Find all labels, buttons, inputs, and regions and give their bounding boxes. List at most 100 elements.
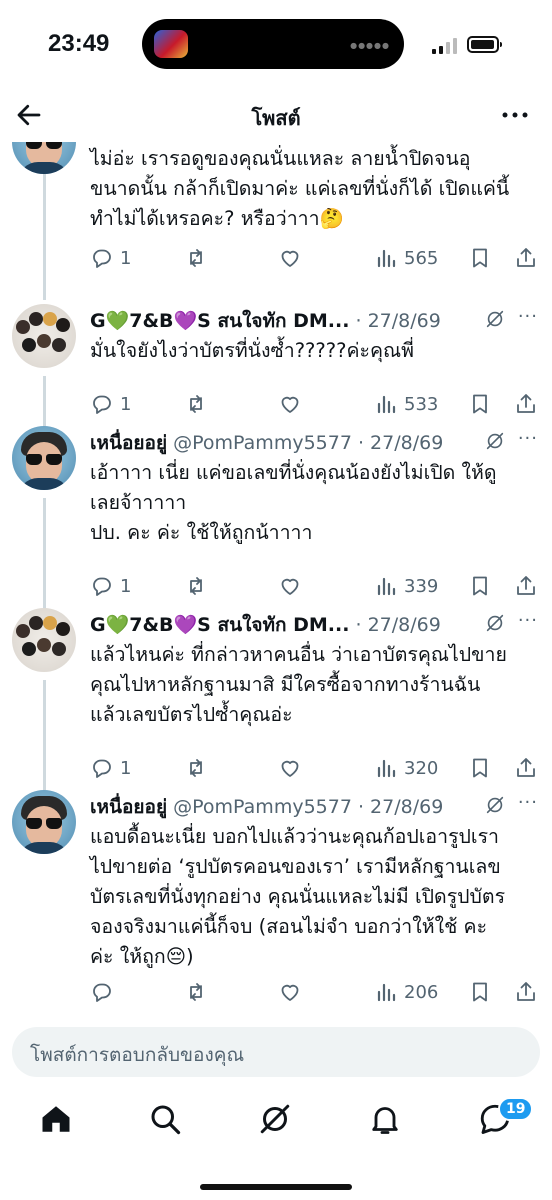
bookmark-icon	[473, 248, 487, 268]
top-header: โพสต์	[0, 90, 552, 142]
views-icon	[377, 249, 396, 268]
repost-button[interactable]	[184, 754, 214, 782]
bookmark-icon	[473, 758, 487, 778]
avatar[interactable]	[12, 790, 76, 854]
tweet-more-icon[interactable]: ···	[518, 792, 538, 813]
repost-button[interactable]	[184, 244, 214, 272]
messages-badge: 19	[498, 1097, 534, 1121]
page-title: โพสต์	[251, 106, 301, 130]
reply-icon	[93, 395, 111, 414]
reply-icon	[93, 983, 111, 1002]
bookmark-button[interactable]	[468, 244, 492, 272]
battery-icon	[467, 36, 502, 53]
views-icon	[377, 577, 396, 596]
reply-input[interactable]: โพสต์การตอบกลับของคุณ	[12, 1027, 540, 1077]
home-indicator	[200, 1184, 352, 1190]
repost-icon	[190, 577, 202, 595]
avatar[interactable]	[12, 304, 76, 368]
reply-button[interactable]: 1	[90, 390, 131, 418]
display-name[interactable]: G💚7&B💜S สนใจทัก DM...	[90, 310, 349, 332]
share-icon	[517, 394, 535, 413]
ellipsis-icon[interactable]	[500, 100, 530, 130]
display-name[interactable]: เหนื่อยอยู่	[90, 796, 167, 818]
reply-thread: ไม่อ่ะ เรารอดูของคุณนั่นแหละ ลายน้ำปิดจน…	[0, 140, 552, 1010]
like-button[interactable]	[278, 978, 308, 1006]
share-button[interactable]	[514, 390, 538, 418]
share-button[interactable]	[514, 978, 538, 1006]
repost-icon	[190, 249, 202, 267]
tweet-text: ไม่อ่ะ เรารอดูของคุณนั่นแหละ ลายน้ำปิดจน…	[90, 147, 510, 230]
like-button[interactable]	[278, 572, 308, 600]
grok-icon[interactable]	[257, 1101, 293, 1137]
grok-icon[interactable]	[484, 430, 506, 452]
display-name[interactable]: เหนื่อยอยู่	[90, 432, 167, 454]
bottom-nav	[0, 1095, 552, 1155]
repost-button[interactable]	[184, 572, 214, 600]
tweet-actions: 1 320	[90, 754, 542, 782]
tweet-more-icon[interactable]: ···	[518, 306, 538, 327]
bookmark-button[interactable]	[468, 572, 492, 600]
bookmark-button[interactable]	[468, 390, 492, 418]
heart-icon	[281, 760, 299, 777]
bell-icon[interactable]	[367, 1101, 403, 1137]
reply-placeholder: โพสต์การตอบกลับของคุณ	[30, 1044, 245, 1066]
share-icon	[517, 982, 535, 1001]
tweet-actions: 1 339	[90, 572, 542, 600]
tweet[interactable]: เหนื่อยอยู่ @PomPammy5577 · 27/8/69 ··· …	[0, 422, 552, 597]
repost-button[interactable]	[184, 978, 214, 1006]
bookmark-button[interactable]	[468, 754, 492, 782]
home-icon[interactable]	[38, 1101, 74, 1137]
bookmark-button[interactable]	[468, 978, 492, 1006]
avatar[interactable]	[12, 140, 76, 174]
avatar[interactable]	[12, 426, 76, 490]
share-button[interactable]	[514, 572, 538, 600]
views-icon	[377, 395, 396, 414]
reply-button[interactable]	[90, 978, 120, 1006]
reply-button[interactable]: 1	[90, 244, 131, 272]
tweet-more-icon[interactable]: ···	[518, 428, 538, 449]
grok-icon[interactable]	[484, 794, 506, 816]
tweet-text: แล้วไหนค่ะ ที่กล่าวหาคนอื่น ว่าเอาบัตรคุ…	[90, 643, 507, 726]
tweet-text: มั่นใจยังไงว่าบัตรที่นั่งซ้ำ?????ค่ะคุณพ…	[90, 339, 414, 362]
share-button[interactable]	[514, 244, 538, 272]
tweet-header: เหนื่อยอยู่ @PomPammy5577 · 27/8/69	[90, 792, 538, 820]
tweet-header: เหนื่อยอยู่ @PomPammy5577 · 27/8/69	[90, 428, 538, 456]
tweet-text: แอบดื้อนะเนี่ย บอกไปแล้วว่านะคุณก้อปเอาร…	[90, 825, 506, 968]
share-icon	[517, 758, 535, 777]
views-button[interactable]: 339	[374, 572, 438, 600]
avatar[interactable]	[12, 608, 76, 672]
tweet-header: G💚7&B💜S สนใจทัก DM... · 27/8/69	[90, 306, 538, 334]
reply-button[interactable]: 1	[90, 754, 131, 782]
display-name[interactable]: G💚7&B💜S สนใจทัก DM...	[90, 614, 349, 636]
grok-icon[interactable]	[484, 308, 506, 330]
bookmark-icon	[473, 982, 487, 1002]
activity-dots: ●●●●●	[350, 41, 390, 50]
like-button[interactable]	[278, 390, 308, 418]
views-button[interactable]: 565	[374, 244, 438, 272]
status-time: 23:49	[48, 30, 110, 57]
handle-date: · 27/8/69	[349, 614, 441, 636]
handle-date: @PomPammy5577 · 27/8/69	[167, 796, 444, 818]
repost-icon	[190, 983, 202, 1001]
repost-icon	[190, 395, 202, 413]
tweet[interactable]: เหนื่อยอยู่ @PomPammy5577 · 27/8/69 ··· …	[0, 786, 552, 1006]
signal-icon	[432, 38, 458, 54]
repost-button[interactable]	[184, 390, 214, 418]
views-button[interactable]: 320	[374, 754, 438, 782]
status-bar: 23:49 ●●●●●	[0, 0, 552, 90]
views-button[interactable]: 206	[374, 978, 438, 1006]
search-icon[interactable]	[147, 1101, 183, 1137]
tweet-more-icon[interactable]: ···	[518, 610, 538, 631]
tweet[interactable]: ไม่อ่ะ เรารอดูของคุณนั่นแหละ ลายน้ำปิดจน…	[0, 140, 552, 290]
views-button[interactable]: 533	[374, 390, 438, 418]
tweet[interactable]: G💚7&B💜S สนใจทัก DM... · 27/8/69 ··· แล้ว…	[0, 604, 552, 779]
tweet[interactable]: G💚7&B💜S สนใจทัก DM... · 27/8/69 ··· มั่น…	[0, 300, 552, 415]
reply-button[interactable]: 1	[90, 572, 131, 600]
views-icon	[377, 983, 396, 1002]
like-button[interactable]	[278, 754, 308, 782]
grok-icon[interactable]	[484, 612, 506, 634]
share-button[interactable]	[514, 754, 538, 782]
views-icon	[377, 759, 396, 778]
like-button[interactable]	[278, 244, 308, 272]
tweet-actions: 1 533	[90, 390, 542, 418]
